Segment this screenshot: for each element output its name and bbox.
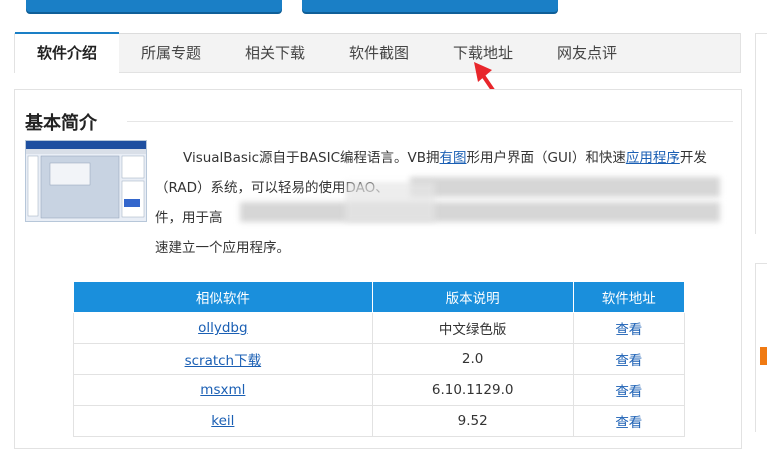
desc-link-application[interactable]: 应用程序	[626, 150, 680, 166]
content-panel: 基本简介 VisualBasic源自于BASIC编程语言。VB拥有图形用户界面（…	[14, 89, 742, 449]
table-header-name: 相似软件	[73, 281, 373, 313]
desc-text-1: VisualBasic源自于BASIC编程语言。VB拥	[183, 150, 440, 166]
software-link[interactable]: ollydbg	[198, 320, 247, 336]
tab-related-downloads[interactable]: 相关下载	[231, 33, 319, 73]
desc-link-graphic[interactable]: 有图	[440, 150, 467, 166]
screenshot-image-icon	[26, 141, 146, 219]
similar-software-table: 相似软件 版本说明 软件地址 ollydbg 中文绿色版 查看 scratch下…	[73, 281, 686, 437]
table-row: scratch下载 2.0 查看	[73, 343, 686, 375]
top-button-right[interactable]	[302, 0, 558, 12]
version-cell: 6.10.1129.0	[371, 374, 574, 406]
redacted-region	[410, 177, 720, 197]
version-cell: 9.52	[371, 405, 574, 437]
desc-text-2: 形用户界面（GUI）和快速	[466, 150, 626, 166]
software-link[interactable]: scratch下载	[185, 353, 262, 369]
tab-bar: 软件介绍 所属专题 相关下载 软件截图 下载地址 网友点评	[14, 32, 741, 74]
view-link[interactable]: 查看	[615, 353, 642, 369]
table-header-version: 版本说明	[371, 281, 574, 313]
software-link[interactable]: keil	[211, 413, 234, 429]
section-title: 基本简介	[25, 113, 97, 134]
version-cell: 中文绿色版	[371, 312, 574, 344]
table-row: ollydbg 中文绿色版 查看	[73, 312, 686, 344]
software-link[interactable]: msxml	[200, 382, 245, 398]
table-row: msxml 6.10.1129.0 查看	[73, 374, 686, 406]
top-button-left[interactable]	[26, 0, 282, 12]
tab-topic[interactable]: 所属专题	[127, 33, 215, 73]
redacted-region	[240, 202, 720, 222]
view-link[interactable]: 查看	[615, 322, 642, 338]
sidebar-box-top	[755, 33, 767, 234]
table-row: keil 9.52 查看	[73, 405, 686, 437]
sidebar-orange-marker	[760, 347, 767, 365]
desc-text-3: 开发	[679, 150, 707, 166]
desc-line-4: 速建立一个应用程序。	[155, 240, 290, 256]
section-divider	[127, 121, 733, 122]
tab-user-reviews[interactable]: 网友点评	[543, 33, 631, 73]
view-link[interactable]: 查看	[615, 415, 642, 431]
software-thumbnail[interactable]	[25, 140, 147, 222]
version-cell: 2.0	[371, 343, 574, 375]
tab-screenshots[interactable]: 软件截图	[335, 33, 423, 73]
tab-software-intro[interactable]: 软件介绍	[15, 32, 119, 74]
table-header-address: 软件地址	[572, 281, 686, 313]
redacted-region	[345, 182, 435, 222]
view-link[interactable]: 查看	[615, 384, 642, 400]
right-sidebar-edge	[755, 33, 767, 432]
